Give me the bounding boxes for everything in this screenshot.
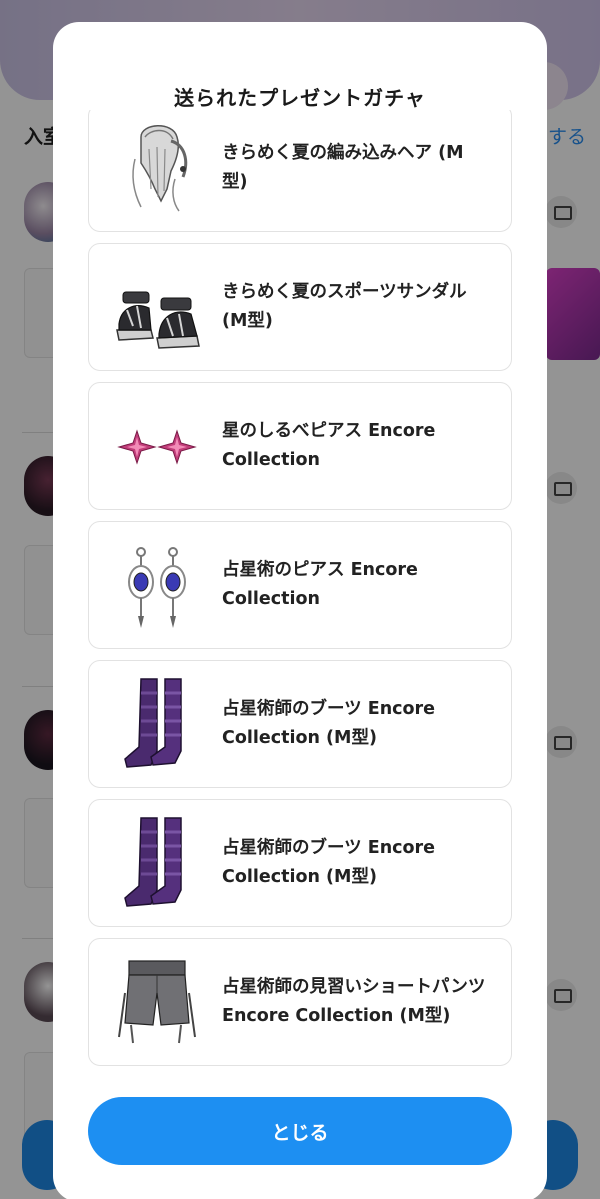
gift-item-card: きらめく夏のスポーツサンダル (M型) [88,243,512,371]
gift-item-name: 占星術師のブーツ Encore Collection (M型) [222,838,436,887]
astrology-earrings-icon [128,547,186,628]
gift-item-name: 占星術のピアス Encore Collection [222,560,418,609]
gift-item-name: 占星術師の見習いショートパンツ Encore Collection (M型) [222,977,486,1026]
sandals-icon [116,291,200,349]
gift-item-card: きらめく夏の編み込みヘア (M型) [88,110,512,232]
gift-gacha-modal: 送られたプレゼントガチャ きらめく夏の編み込みヘア (M型) きらめく夏のスポー… [53,22,547,1199]
gift-item-list[interactable]: きらめく夏の編み込みヘア (M型) きらめく夏のスポーツサンダル (M型) 星の… [88,110,512,1094]
gift-item-name: きらめく夏のスポーツサンダル (M型) [222,282,467,331]
modal-title: 送られたプレゼントガチャ [174,86,426,110]
close-button[interactable]: とじる [88,1097,512,1165]
gift-item-name: 占星術師のブーツ Encore Collection (M型) [222,699,436,748]
gift-item-card: 占星術のピアス Encore Collection [88,521,512,649]
braided-hair-icon [132,125,188,212]
gift-item-name: 星のしるべピアス Encore Collection [222,421,436,470]
boots-icon [124,817,182,907]
boots-icon [124,678,182,768]
star-earrings-icon [117,429,197,465]
gift-item-name: きらめく夏の編み込みヘア (M型) [222,143,464,192]
gift-item-card: 占星術師の見習いショートパンツ Encore Collection (M型) [88,938,512,1066]
gift-item-card: 星のしるべピアス Encore Collection [88,382,512,510]
gift-item-card: 占星術師のブーツ Encore Collection (M型) [88,799,512,927]
gift-item-card: 占星術師のブーツ Encore Collection (M型) [88,660,512,788]
short-pants-icon [118,960,196,1044]
